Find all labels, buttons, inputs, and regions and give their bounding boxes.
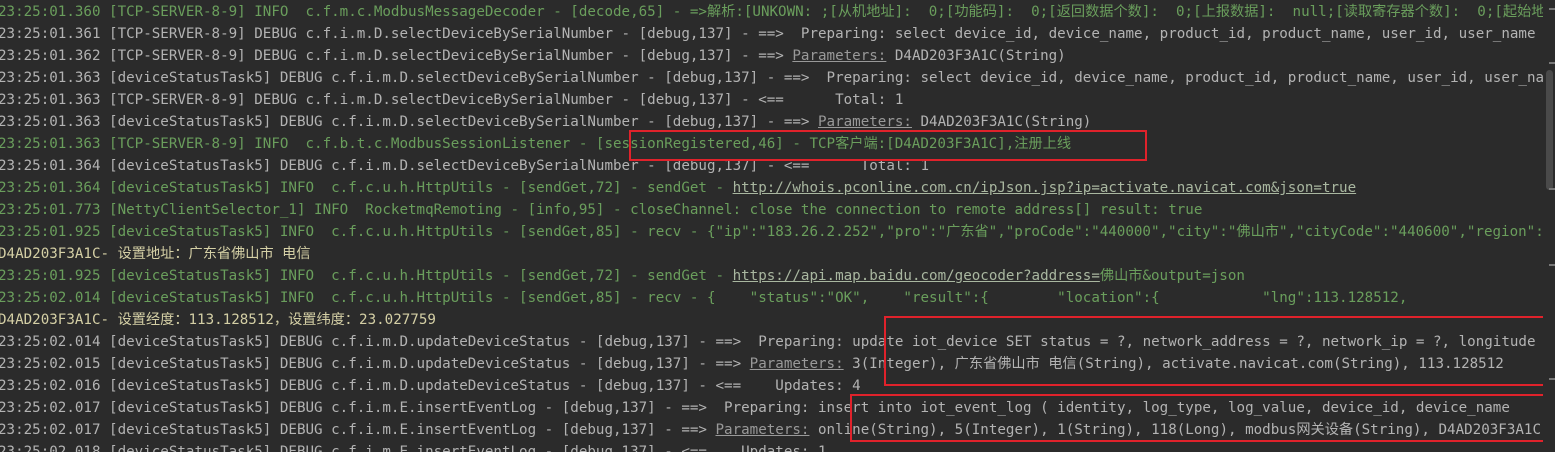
log-line: 23:25:02.017 [deviceStatusTask5] DEBUG c…	[0, 397, 1510, 419]
log-line: 23:25:01.925 [deviceStatusTask5] INFO c.…	[0, 221, 1555, 243]
scroll-marker	[1549, 378, 1555, 380]
log-text: 23:25:01.363 [deviceStatusTask5] DEBUG c…	[0, 114, 818, 130]
log-text: online(String), 5(Integer), 1(String), 1…	[809, 422, 1542, 438]
log-line: D4AD203F3A1C- 设置地址：广东省佛山市 电信	[0, 243, 311, 265]
scroll-marker	[1549, 8, 1555, 10]
log-line: 23:25:01.362 [TCP-SERVER-8-9] DEBUG c.f.…	[0, 45, 1066, 67]
log-line: 23:25:01.363 [deviceStatusTask5] DEBUG c…	[0, 111, 1091, 133]
log-link[interactable]: https://api.map.baidu.com/geocoder?addre…	[733, 268, 1100, 284]
log-text: 23:25:02.018 [deviceStatusTask5] DEBUG c…	[0, 444, 827, 452]
log-text: 23:25:01.363 [deviceStatusTask5] DEBUG c…	[0, 70, 1555, 86]
log-text: 23:25:01.360 [TCP-SERVER-8-9] INFO c.f.m…	[0, 4, 1555, 20]
log-text: 23:25:01.364 [deviceStatusTask5] DEBUG c…	[0, 158, 930, 174]
log-line: 23:25:02.014 [deviceStatusTask5] INFO c.…	[0, 287, 1407, 309]
log-line: 23:25:01.364 [deviceStatusTask5] DEBUG c…	[0, 155, 929, 177]
log-text: 23:25:01.362 [TCP-SERVER-8-9] DEBUG c.f.…	[0, 48, 793, 64]
log-line: 23:25:02.014 [deviceStatusTask5] DEBUG c…	[0, 331, 1536, 353]
log-text: D4AD203F3A1C- 设置地址：广东省佛山市 电信	[0, 246, 311, 262]
scrollbar-thumb[interactable]	[1546, 70, 1553, 190]
scroll-marker	[1549, 264, 1555, 266]
log-text: 23:25:01.363 [TCP-SERVER-8-9] INFO c.f.b…	[0, 136, 1072, 152]
log-line: 23:25:02.017 [deviceStatusTask5] DEBUG c…	[0, 419, 1541, 441]
log-line: 23:25:02.018 [deviceStatusTask5] DEBUG c…	[0, 441, 827, 452]
vertical-scrollbar[interactable]	[1543, 0, 1555, 452]
log-line: 23:25:01.773 [NettyClientSelector_1] INF…	[0, 199, 1202, 221]
log-line: 23:25:01.364 [deviceStatusTask5] INFO c.…	[0, 177, 1356, 199]
parameters-label: Parameters:	[792, 48, 887, 64]
log-line: 23:25:01.363 [deviceStatusTask5] DEBUG c…	[0, 67, 1555, 89]
log-text: D4AD203F3A1C(String)	[911, 114, 1092, 130]
log-line: 23:25:01.363 [TCP-SERVER-8-9] DEBUG c.f.…	[0, 89, 903, 111]
log-text: D4AD203F3A1C(String)	[886, 48, 1066, 64]
log-text: 23:25:02.014 [deviceStatusTask5] INFO c.…	[0, 290, 1408, 306]
log-line: 23:25:01.361 [TCP-SERVER-8-9] DEBUG c.f.…	[0, 23, 1536, 45]
console-output[interactable]: 23:25:01.360 [TCP-SERVER-8-9] INFO c.f.m…	[0, 0, 1555, 452]
log-text: 23:25:01.773 [NettyClientSelector_1] INF…	[0, 202, 1203, 218]
parameters-label: Parameters:	[749, 356, 844, 372]
log-line: 23:25:01.360 [TCP-SERVER-8-9] INFO c.f.m…	[0, 1, 1555, 23]
parameters-label: Parameters:	[715, 422, 810, 438]
log-line: 23:25:01.363 [TCP-SERVER-8-9] INFO c.f.b…	[0, 133, 1071, 155]
log-line: D4AD203F3A1C- 设置经度：113.128512，设置纬度：23.02…	[0, 309, 436, 331]
log-text: 23:25:02.014 [deviceStatusTask5] DEBUG c…	[0, 334, 1536, 350]
log-text: 23:25:01.925 [deviceStatusTask5] INFO c.…	[0, 268, 733, 284]
log-line: 23:25:02.015 [deviceStatusTask5] DEBUG c…	[0, 353, 1504, 375]
scroll-marker	[1549, 62, 1555, 64]
log-text: 23:25:02.016 [deviceStatusTask5] DEBUG c…	[0, 378, 861, 394]
log-line: 23:25:02.016 [deviceStatusTask5] DEBUG c…	[0, 375, 861, 397]
scroll-marker	[1549, 188, 1555, 190]
log-text: 23:25:02.017 [deviceStatusTask5] DEBUG c…	[0, 400, 1510, 416]
log-text: 23:25:01.925 [deviceStatusTask5] INFO c.…	[0, 224, 1555, 240]
log-text: D4AD203F3A1C- 设置经度：113.128512，设置纬度：23.02…	[0, 312, 436, 328]
log-text: 23:25:01.363 [TCP-SERVER-8-9] DEBUG c.f.…	[0, 92, 904, 108]
log-text: 3(Integer), 广东省佛山市 电信(String), activate.…	[843, 356, 1504, 372]
log-text: 23:25:01.364 [deviceStatusTask5] INFO c.…	[0, 180, 733, 196]
log-link[interactable]: http://whois.pconline.com.cn/ipJson.jsp?…	[733, 180, 1357, 196]
log-text: 23:25:01.361 [TCP-SERVER-8-9] DEBUG c.f.…	[0, 26, 1536, 42]
parameters-label: Parameters:	[818, 114, 912, 130]
log-text: 23:25:02.017 [deviceStatusTask5] DEBUG c…	[0, 422, 716, 438]
log-text: 佛山市&output=json	[1099, 268, 1245, 284]
log-line: 23:25:01.925 [deviceStatusTask5] INFO c.…	[0, 265, 1245, 287]
log-text: 23:25:02.015 [deviceStatusTask5] DEBUG c…	[0, 356, 750, 372]
